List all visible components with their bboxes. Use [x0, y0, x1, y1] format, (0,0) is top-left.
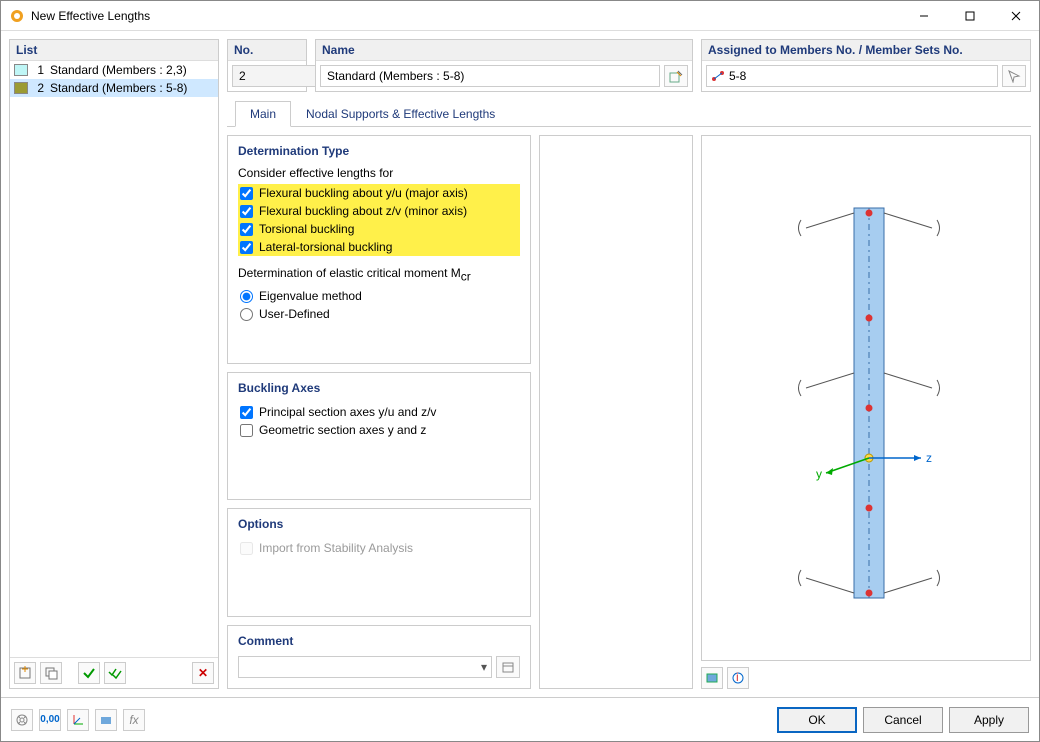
check-geometric-axes-box[interactable]: [240, 424, 253, 437]
list-header: List: [10, 40, 218, 61]
cancel-button[interactable]: Cancel: [863, 707, 943, 733]
svg-text:i: i: [736, 671, 739, 684]
app-icon: [9, 8, 25, 24]
list-item-label: Standard (Members : 2,3): [50, 63, 187, 77]
check-principal-axes[interactable]: Principal section axes y/u and z/v: [238, 403, 520, 421]
list-item-label: Standard (Members : 5-8): [50, 81, 187, 95]
maximize-button[interactable]: [947, 1, 993, 31]
chevron-down-icon: ▾: [481, 660, 487, 674]
radio-user-input[interactable]: [240, 308, 253, 321]
swatch-icon: [14, 64, 28, 76]
check-torsional-box[interactable]: [240, 223, 253, 236]
list-toolbar: ✕: [10, 657, 218, 688]
name-field: Name: [315, 39, 693, 92]
svg-text:y: y: [816, 467, 822, 481]
bottombar: 0,00 fx OK Cancel Apply: [1, 697, 1039, 741]
axis-button[interactable]: [67, 709, 89, 731]
comment-combo[interactable]: ▾: [238, 656, 492, 678]
check-torsional[interactable]: Torsional buckling: [238, 220, 520, 238]
options-title: Options: [238, 517, 520, 531]
preview-toolbar: i: [701, 667, 1031, 689]
beam-preview-icon: z y: [736, 158, 996, 638]
assigned-header: Assigned to Members No. / Member Sets No…: [702, 40, 1030, 61]
titlebar: New Effective Lengths: [1, 1, 1039, 31]
copy-item-button[interactable]: [40, 662, 62, 684]
determination-group: Determination Type Consider effective le…: [227, 135, 531, 364]
assigned-input[interactable]: 5-8: [706, 65, 998, 87]
assigned-field: Assigned to Members No. / Member Sets No…: [701, 39, 1031, 92]
name-edit-button[interactable]: [664, 65, 688, 87]
preview-view-button[interactable]: [701, 667, 723, 689]
list-item[interactable]: 1 Standard (Members : 2,3): [10, 61, 218, 79]
svg-text:z: z: [926, 451, 932, 465]
assigned-value: 5-8: [729, 69, 746, 83]
check-import-stability-box: [240, 542, 253, 555]
pick-members-button[interactable]: [1002, 65, 1026, 87]
check-flexural-yu-box[interactable]: [240, 187, 253, 200]
options-group: Options Import from Stability Analysis: [227, 508, 531, 617]
check-flexural-yu[interactable]: Flexural buckling about y/u (major axis): [238, 184, 520, 202]
comment-title: Comment: [238, 634, 520, 648]
list-item-num: 1: [34, 63, 44, 77]
list-item[interactable]: 2 Standard (Members : 5-8): [10, 79, 218, 97]
no-field: No.: [227, 39, 307, 92]
radio-eigen-input[interactable]: [240, 290, 253, 303]
function-button[interactable]: fx: [123, 709, 145, 731]
check-flexural-zv[interactable]: Flexural buckling about z/v (minor axis): [238, 202, 520, 220]
consider-label: Consider effective lengths for: [238, 166, 520, 180]
ok-button[interactable]: OK: [777, 707, 857, 733]
list-panel: List 1 Standard (Members : 2,3) 2 Standa…: [9, 39, 219, 689]
check-all-button[interactable]: [104, 662, 126, 684]
window-title: New Effective Lengths: [31, 9, 901, 23]
no-header: No.: [228, 40, 306, 61]
middle-empty-panel: [539, 135, 693, 689]
help-button[interactable]: [11, 709, 33, 731]
preview-info-button[interactable]: i: [727, 667, 749, 689]
tab-main[interactable]: Main: [235, 101, 291, 127]
check-geometric-axes[interactable]: Geometric section axes y and z: [238, 421, 520, 439]
axes-title: Buckling Axes: [238, 381, 520, 395]
check-principal-axes-box[interactable]: [240, 406, 253, 419]
name-input[interactable]: [320, 65, 660, 87]
minimize-button[interactable]: [901, 1, 947, 31]
close-button[interactable]: [993, 1, 1039, 31]
check-lateral-torsional[interactable]: Lateral-torsional buckling: [238, 238, 520, 256]
member-icon: [711, 70, 725, 82]
radio-eigen[interactable]: Eigenvalue method: [238, 287, 520, 305]
radio-user[interactable]: User-Defined: [238, 305, 520, 323]
check-import-stability: Import from Stability Analysis: [238, 539, 520, 557]
swatch-icon: [14, 82, 28, 94]
new-item-button[interactable]: [14, 662, 36, 684]
units-button[interactable]: 0,00: [39, 709, 61, 731]
comment-group: Comment ▾: [227, 625, 531, 689]
tab-nodal-supports[interactable]: Nodal Supports & Effective Lengths: [291, 101, 510, 127]
determination-title: Determination Type: [238, 144, 520, 158]
view-mode-button[interactable]: [95, 709, 117, 731]
comment-library-button[interactable]: [496, 656, 520, 678]
preview-panel: z y: [701, 135, 1031, 661]
check-flexural-zv-box[interactable]: [240, 205, 253, 218]
apply-button[interactable]: Apply: [949, 707, 1029, 733]
check-lateral-torsional-box[interactable]: [240, 241, 253, 254]
mcr-label: Determination of elastic critical moment…: [238, 266, 520, 283]
list[interactable]: 1 Standard (Members : 2,3) 2 Standard (M…: [10, 61, 218, 657]
list-item-num: 2: [34, 81, 44, 95]
delete-button[interactable]: ✕: [192, 662, 214, 684]
tabs: Main Nodal Supports & Effective Lengths: [227, 100, 1031, 127]
check-button[interactable]: [78, 662, 100, 684]
name-header: Name: [316, 40, 692, 61]
buckling-axes-group: Buckling Axes Principal section axes y/u…: [227, 372, 531, 500]
